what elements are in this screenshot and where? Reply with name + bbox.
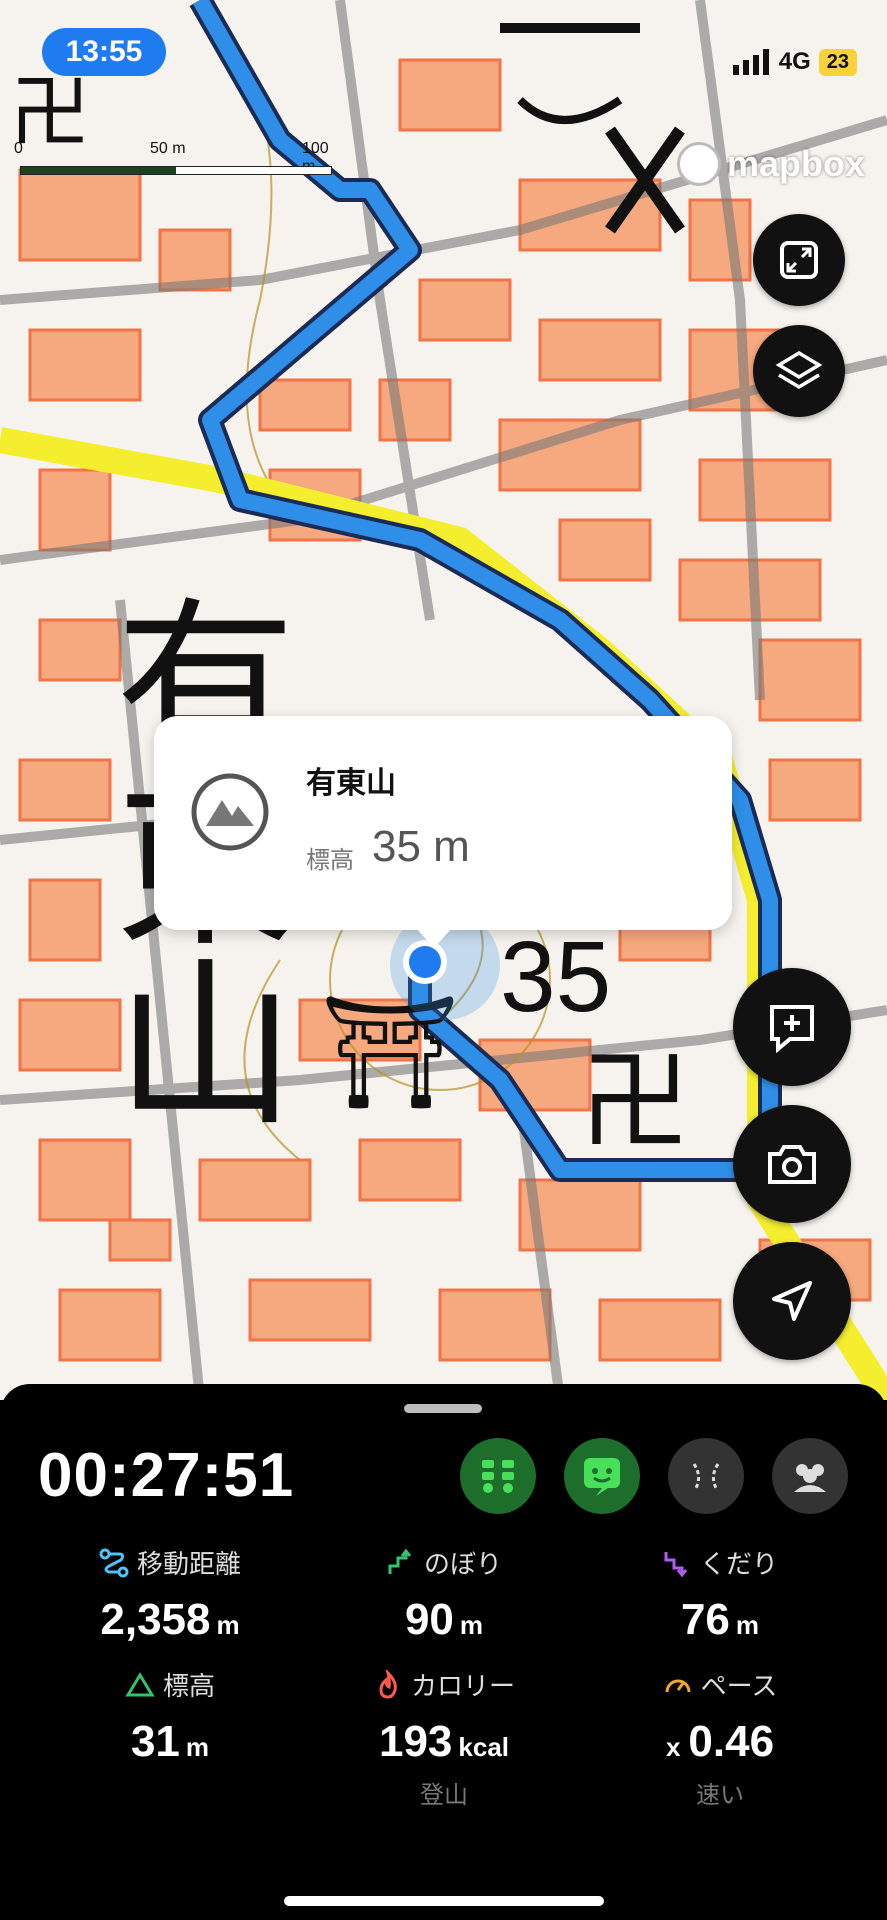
stat-calories-value: 193 [378, 1717, 453, 1766]
stat-ascent-label: のぼり [423, 1549, 502, 1579]
stat-descent-value: 76 [680, 1595, 730, 1644]
camera-button[interactable] [733, 1105, 851, 1223]
camera-icon [768, 1145, 816, 1184]
map-spot-height: 35 [500, 921, 612, 1033]
stat-distance-label: 移動距離 [136, 1549, 241, 1579]
group-button[interactable] [772, 1438, 848, 1514]
map-view[interactable]: 卍 卍 ⛩ 有東山 35 13:55 4G 23 0 50 m 100 m ma… [0, 0, 887, 1400]
stat-calories: カロリー 193 kcal 登山 [304, 1666, 584, 1810]
stat-ascent: のぼり 90 m [304, 1544, 584, 1645]
network-type: 4G [778, 48, 811, 75]
stat-calories-activity: 登山 [420, 1782, 468, 1809]
home-indicator[interactable] [284, 1896, 604, 1906]
status-bar-right: 4G 23 [731, 48, 857, 76]
expand-map-icon [780, 241, 818, 279]
signal-icon [732, 49, 769, 75]
add-comment-icon [770, 1005, 814, 1053]
stat-elevation: 標高 31 m [30, 1666, 310, 1767]
layers-button[interactable] [753, 325, 845, 417]
stat-elevation-label: 標高 [162, 1671, 215, 1701]
speedometer-icon [665, 1679, 691, 1692]
stat-distance-value: 2,358 [100, 1595, 211, 1644]
stat-calories-label: カロリー [410, 1671, 515, 1701]
companion-mode-button[interactable] [564, 1438, 640, 1514]
stat-ascent-unit: m [459, 1610, 484, 1640]
mapbox-logo-icon [676, 142, 721, 186]
stat-ascent-value: 90 [404, 1595, 454, 1644]
stat-pace-prefix: x [665, 1732, 681, 1762]
stat-pace-label: ペース [700, 1671, 778, 1701]
scale-label-0: 0 [14, 140, 23, 157]
summit-elevation-label: 標高 [306, 847, 354, 874]
face-badge-icon [584, 1458, 620, 1496]
scale-bar: 0 50 m 100 m [14, 140, 334, 180]
activity-panel: 00:27:51 移動距離 2,358 m のぼり 90 m くだり 76 m … [0, 1384, 887, 1920]
stat-distance-unit: m [216, 1610, 240, 1640]
stat-elevation-unit: m [185, 1732, 210, 1762]
summit-elevation-value: 35 m [372, 822, 470, 871]
stat-descent-label: くだり [699, 1549, 778, 1579]
mapbox-attribution[interactable]: mapbox [676, 142, 865, 186]
ascent-icon [388, 1548, 412, 1574]
route-icon [692, 1463, 720, 1489]
stat-distance: 移動距離 2,358 m [30, 1544, 310, 1645]
distance-icon [99, 1548, 129, 1577]
stat-pace-rating: 速い [696, 1782, 744, 1809]
walking-mode-button[interactable] [460, 1438, 536, 1514]
battery-level: 23 [818, 48, 857, 76]
status-time[interactable]: 13:55 [42, 28, 166, 76]
mountain-icon [191, 773, 269, 851]
descent-icon [664, 1551, 688, 1577]
stat-descent: くだり 76 m [580, 1544, 860, 1645]
mapbox-wordmark: mapbox [726, 143, 865, 184]
summit-name: 有東山 [306, 767, 396, 800]
flame-icon [379, 1669, 397, 1699]
stat-pace: ペース x 0.46 速い [580, 1666, 860, 1810]
drag-handle[interactable] [404, 1404, 482, 1413]
elevation-icon [125, 1671, 155, 1696]
scale-label-50: 50 m [150, 140, 186, 157]
locate-me-button[interactable] [733, 1242, 851, 1360]
stat-elevation-value: 31 [130, 1717, 180, 1766]
summit-popup[interactable]: 有東山 標高 35 m [154, 716, 732, 948]
group-icon [794, 1464, 826, 1492]
hiking-icon [482, 1460, 514, 1493]
route-split-button[interactable] [668, 1438, 744, 1514]
stat-pace-value: 0.46 [688, 1717, 775, 1766]
add-note-button[interactable] [733, 968, 851, 1086]
navigation-arrow-icon [772, 1281, 812, 1321]
fullscreen-button[interactable] [753, 214, 845, 306]
stat-descent-unit: m [735, 1610, 760, 1640]
elapsed-timer: 00:27:51 [38, 1441, 295, 1510]
svg-text:卍: 卍 [580, 1038, 690, 1166]
stat-calories-unit: kcal [458, 1732, 510, 1762]
layers-icon [775, 350, 823, 390]
